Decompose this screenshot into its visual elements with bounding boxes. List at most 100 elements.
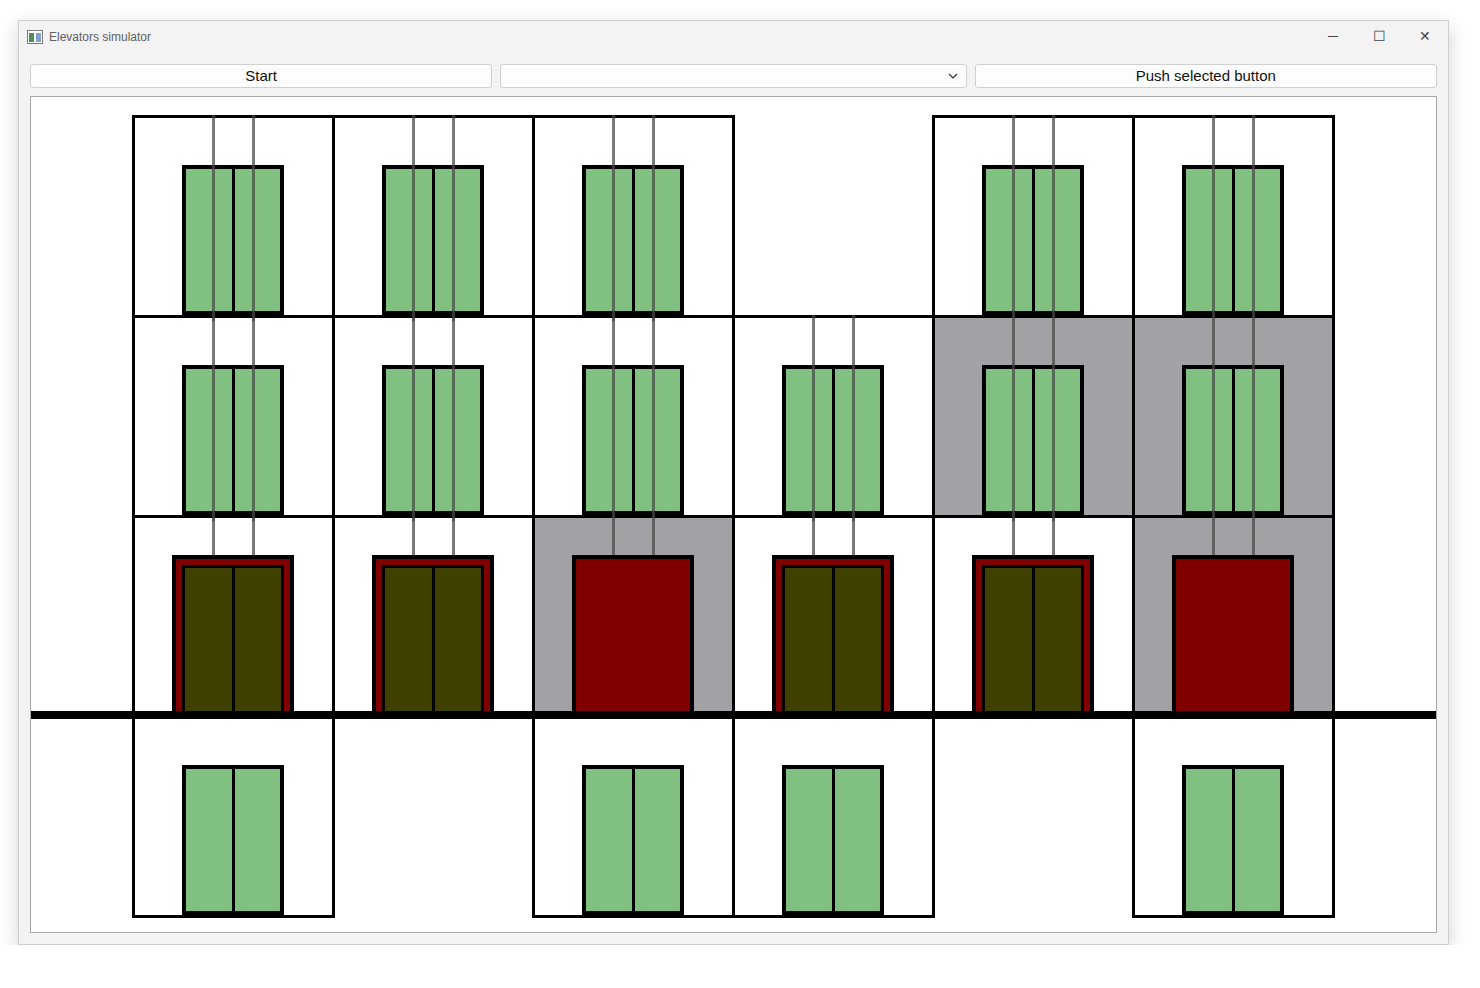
door-leaf: [432, 369, 481, 511]
door-leaf: [632, 169, 681, 311]
shaft-door: [382, 365, 484, 515]
elevator-shaft: [332, 115, 535, 715]
close-button[interactable]: ✕: [1402, 21, 1448, 52]
elevator-shaft-basement: [932, 715, 1135, 915]
minimize-button[interactable]: ─: [1310, 21, 1356, 52]
cable: [812, 515, 815, 555]
maximize-button[interactable]: ☐: [1356, 21, 1402, 52]
elevator-shaft: [1132, 115, 1335, 715]
cabin-doors: [782, 565, 884, 711]
door-leaf: [985, 568, 1032, 711]
door-leaf: [1186, 769, 1232, 911]
floor-cell: [1132, 515, 1335, 718]
cable: [212, 115, 215, 321]
cable: [852, 515, 855, 555]
cabin-position: [372, 555, 494, 715]
cable: [412, 315, 415, 521]
floor-slot: [532, 315, 735, 518]
door-leaf: [586, 169, 632, 311]
floor-slot: [1132, 515, 1335, 718]
simulation-canvas: [30, 96, 1437, 933]
cabin-doors: [982, 565, 1084, 711]
floor-cell: [732, 115, 935, 318]
elevator-shaft: [132, 115, 335, 715]
elevator-cabin[interactable]: [172, 555, 294, 715]
button-combo[interactable]: [500, 64, 966, 88]
shaft-door: [182, 765, 284, 915]
door-leaf: [986, 369, 1032, 511]
floor-highlight: [335, 718, 532, 915]
cable: [452, 115, 455, 321]
floor-slot: [332, 315, 535, 518]
cable: [1212, 515, 1215, 555]
floor-cell: [932, 715, 1135, 918]
cable: [612, 515, 615, 555]
door-leaf: [786, 369, 832, 511]
cable: [652, 115, 655, 321]
start-button[interactable]: Start: [30, 64, 492, 88]
cable: [652, 315, 655, 521]
cabin-position: [772, 555, 894, 715]
door-leaf: [1032, 369, 1081, 511]
cable: [1012, 315, 1015, 521]
floor-cell: [1132, 715, 1335, 918]
floor-cell: [332, 515, 535, 718]
floor-cell: [132, 315, 335, 518]
shaft-door: [182, 365, 284, 515]
cable: [1012, 115, 1015, 321]
door-leaf: [785, 568, 832, 711]
cable: [412, 515, 415, 555]
chevron-down-icon: [948, 73, 958, 79]
floor-slot: [732, 115, 935, 318]
door-leaf: [1232, 169, 1281, 311]
door-leaf: [1232, 369, 1281, 511]
floor-slot: [1132, 315, 1335, 518]
floor-slot: [732, 315, 935, 518]
floor-cell: [132, 515, 335, 718]
elevator-cabin[interactable]: [572, 555, 694, 715]
door-leaf: [1032, 568, 1082, 711]
door-leaf: [832, 568, 882, 711]
floor-cell: [1132, 115, 1335, 318]
floor-slot: [1132, 115, 1335, 318]
cable: [412, 115, 415, 321]
cable: [1052, 115, 1055, 321]
floor-cell: [532, 315, 735, 518]
window-title: Elevators simulator: [49, 28, 151, 46]
door-leaf: [632, 769, 681, 911]
floor-slot: [332, 115, 535, 318]
elevator-cabin[interactable]: [372, 555, 494, 715]
cabin-doors: [382, 565, 484, 711]
door-leaf: [385, 568, 432, 711]
title-bar: Elevators simulator ─☐✕: [19, 21, 1448, 52]
door-leaf: [432, 169, 481, 311]
floor-cell: [532, 115, 735, 318]
shaft-door: [1182, 165, 1284, 315]
elevator-cabin[interactable]: [1172, 555, 1294, 715]
floor-slot: [932, 715, 1135, 918]
floor-slot: [132, 315, 335, 518]
floor-slot: [332, 715, 535, 918]
floor-cell: [932, 515, 1135, 718]
elevator-shaft-basement: [132, 715, 335, 915]
floor-cell: [732, 515, 935, 718]
door-leaf: [432, 568, 482, 711]
floor-cell: [332, 715, 535, 918]
floor-slot: [332, 515, 535, 718]
cable: [1252, 515, 1255, 555]
cable: [452, 315, 455, 521]
elevator-cabin[interactable]: [772, 555, 894, 715]
cabin-position: [572, 555, 694, 715]
app-window: Elevators simulator ─☐✕ Start Push select…: [18, 20, 1449, 945]
elevator-cabin[interactable]: [972, 555, 1094, 715]
door-leaf: [1032, 169, 1081, 311]
floor-slot: [532, 515, 735, 718]
cable: [612, 315, 615, 521]
push-selected-button[interactable]: Push selected button: [975, 64, 1437, 88]
floor-slot: [932, 315, 1135, 518]
door-leaf: [232, 369, 281, 511]
floor-cell: [132, 715, 335, 918]
cable: [612, 115, 615, 321]
app-icon: [27, 30, 43, 44]
elevator-shaft-basement: [1132, 715, 1335, 915]
